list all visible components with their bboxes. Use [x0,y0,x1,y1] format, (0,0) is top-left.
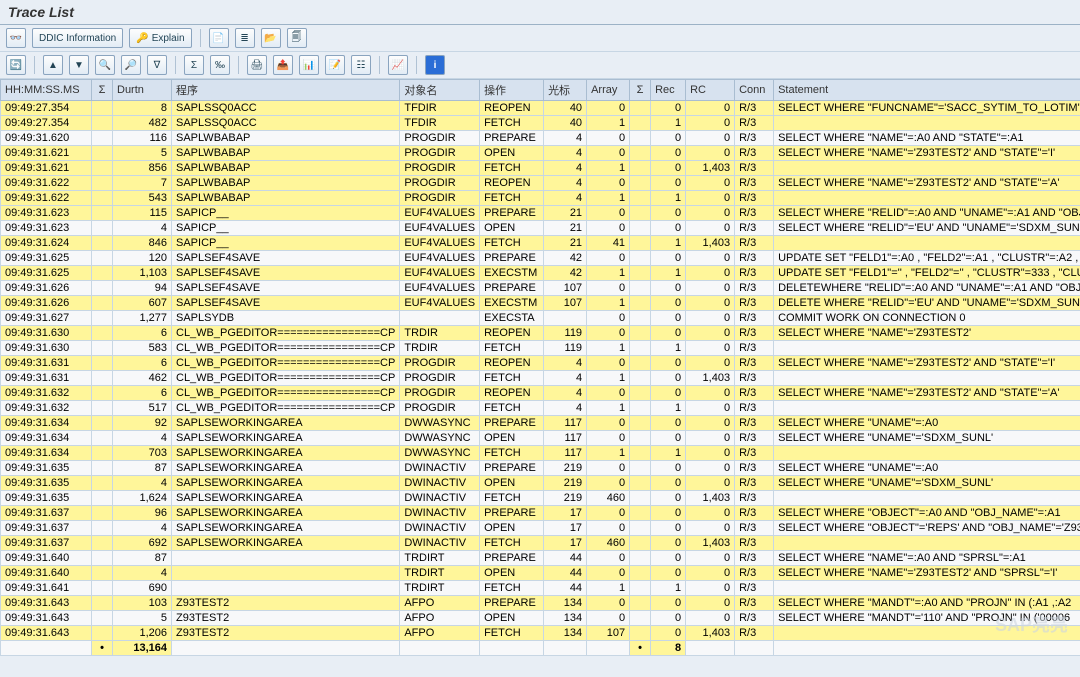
table-row[interactable]: 09:49:31.626 94SAPLSEF4SAVEEUF4VALUESPRE… [1,281,1080,296]
table-row[interactable]: 09:49:31.631 6CL_WB_PGEDITOR============… [1,356,1080,371]
totals-durtn: 13,164 [113,641,172,656]
list-icon[interactable]: ≣ [235,28,255,48]
table-row[interactable]: 09:49:31.632 6CL_WB_PGEDITOR============… [1,386,1080,401]
col-cursor[interactable]: 光标 [544,80,587,101]
table-row[interactable]: 09:49:31.643 103Z93TEST2AFPOPREPARE1340 … [1,596,1080,611]
find-next-icon[interactable]: 🔎 [121,55,141,75]
table-row[interactable]: 09:49:31.632 517CL_WB_PGEDITOR==========… [1,401,1080,416]
table-row[interactable]: 09:49:31.630 583CL_WB_PGEDITOR==========… [1,341,1080,356]
filter-icon[interactable]: ∇ [147,55,167,75]
table-row[interactable]: 09:49:31.635 87SAPLSEWORKINGAREADWINACTI… [1,461,1080,476]
table-row[interactable]: 09:49:31.635 4SAPLSEWORKINGAREADWINACTIV… [1,476,1080,491]
table-header-row: HH:MM:SS.MS Σ Durtn 程序 对象名 操作 光标 Array Σ… [1,80,1080,101]
table-row[interactable]: 09:49:31.637 96SAPLSEWORKINGAREADWINACTI… [1,506,1080,521]
sort-desc-icon[interactable]: ▼ [69,55,89,75]
totals-row: • 13,164 • 8 [1,641,1080,656]
sort-asc-icon[interactable]: ▲ [43,55,63,75]
table-row[interactable]: 09:49:31.620 116SAPLWBABAPPROGDIRPREPARE… [1,131,1080,146]
explain-button[interactable]: 🔑Explain [129,28,191,48]
sum-icon[interactable]: Σ [184,55,204,75]
col-conn[interactable]: Conn [735,80,774,101]
glasses-icon[interactable]: 👓 [6,28,26,48]
table-row[interactable]: 09:49:31.622 543SAPLWBABAPPROGDIRFETCH41… [1,191,1080,206]
toolbar-grid: 🔄 ▲ ▼ 🔍 🔎 ∇ Σ ‰ 🖨 📤 📊 📝 ☷ 📈 i [0,51,1080,79]
toolbar-top: 👓 DDIC Information 🔑Explain 📄 ≣ 📂 🗐 [0,25,1080,51]
col-rec[interactable]: Rec [651,80,686,101]
col-durtn[interactable]: Durtn [113,80,172,101]
table-row[interactable]: 09:49:31.643 5Z93TEST2AFPOOPEN1340 00R/3… [1,611,1080,626]
doc-icon[interactable]: 📄 [209,28,229,48]
table-row[interactable]: 09:49:31.634 92SAPLSEWORKINGAREADWWASYNC… [1,416,1080,431]
totals-rec: 8 [651,641,686,656]
table-row[interactable]: 09:49:31.625 120SAPLSEF4SAVEEUF4VALUESPR… [1,251,1080,266]
col-object[interactable]: 对象名 [400,80,480,101]
table-row[interactable]: 09:49:31.622 7SAPLWBABAPPROGDIRREOPEN40 … [1,176,1080,191]
table-row[interactable]: 09:49:31.634 703SAPLSEWORKINGAREADWWASYN… [1,446,1080,461]
table-row[interactable]: 09:49:31.627 1,277SAPLSYDBEXECSTA0 00R/3… [1,311,1080,326]
table-row[interactable]: 09:49:31.623 4SAPICP__EUF4VALUESOPEN210 … [1,221,1080,236]
table-row[interactable]: 09:49:27.354 482SAPLSSQ0ACCTFDIRFETCH401… [1,116,1080,131]
table-row[interactable]: 09:49:31.640 87TRDIRTPREPARE440 00R/3SEL… [1,551,1080,566]
refresh-icon[interactable]: 🔄 [6,55,26,75]
table-row[interactable]: 09:49:31.625 1,103SAPLSEF4SAVEEUF4VALUES… [1,266,1080,281]
col-array[interactable]: Array [587,80,630,101]
graph-icon[interactable]: 📈 [388,55,408,75]
table-row[interactable]: 09:49:31.624 846SAPICP__EUF4VALUESFETCH2… [1,236,1080,251]
col-sigma1[interactable]: Σ [92,80,113,101]
table-row[interactable]: 09:49:31.640 4TRDIRTOPEN440 00R/3SELECT … [1,566,1080,581]
table-row[interactable]: 09:49:31.637 692SAPLSEWORKINGAREADWINACT… [1,536,1080,551]
ddic-info-button[interactable]: DDIC Information [32,28,123,48]
print-icon[interactable]: 🖨 [247,55,267,75]
table-row[interactable]: 09:49:31.623 115SAPICP__EUF4VALUESPREPAR… [1,206,1080,221]
subtotal-icon[interactable]: ‰ [210,55,230,75]
col-op[interactable]: 操作 [480,80,544,101]
excel-icon[interactable]: 📊 [299,55,319,75]
table-row[interactable]: 09:49:31.643 1,206Z93TEST2AFPOFETCH13410… [1,626,1080,641]
table-row[interactable]: 09:49:31.637 4SAPLSEWORKINGAREADWINACTIV… [1,521,1080,536]
table-row[interactable]: 09:49:31.641 690TRDIRTFETCH441 10R/3 [1,581,1080,596]
col-time[interactable]: HH:MM:SS.MS [1,80,92,101]
col-stmt[interactable]: Statement [774,80,1080,101]
table-row[interactable]: 09:49:31.630 6CL_WB_PGEDITOR============… [1,326,1080,341]
col-sigma2[interactable]: Σ [630,80,651,101]
table-row[interactable]: 09:49:31.634 4SAPLSEWORKINGAREADWWASYNCO… [1,431,1080,446]
table-row[interactable]: 09:49:31.626 607SAPLSEF4SAVEEUF4VALUESEX… [1,296,1080,311]
page-title: Trace List [0,0,1080,24]
folder-icon[interactable]: 📂 [261,28,281,48]
table-row[interactable]: 09:49:31.621 856SAPLWBABAPPROGDIRFETCH41… [1,161,1080,176]
find-icon[interactable]: 🔍 [95,55,115,75]
col-program[interactable]: 程序 [172,80,400,101]
word-icon[interactable]: 📝 [325,55,345,75]
export-icon[interactable]: 📤 [273,55,293,75]
table-row[interactable]: 09:49:27.354 8SAPLSSQ0ACCTFDIRREOPEN400 … [1,101,1080,116]
trace-table: HH:MM:SS.MS Σ Durtn 程序 对象名 操作 光标 Array Σ… [0,79,1080,656]
info-icon[interactable]: i [425,55,445,75]
table-row[interactable]: 09:49:31.635 1,624SAPLSEWORKINGAREADWINA… [1,491,1080,506]
copy-icon[interactable]: 🗐 [287,28,307,48]
col-rc[interactable]: RC [686,80,735,101]
table-row[interactable]: 09:49:31.631 462CL_WB_PGEDITOR==========… [1,371,1080,386]
table-row[interactable]: 09:49:31.621 5SAPLWBABAPPROGDIROPEN40 00… [1,146,1080,161]
layout-icon[interactable]: ☷ [351,55,371,75]
